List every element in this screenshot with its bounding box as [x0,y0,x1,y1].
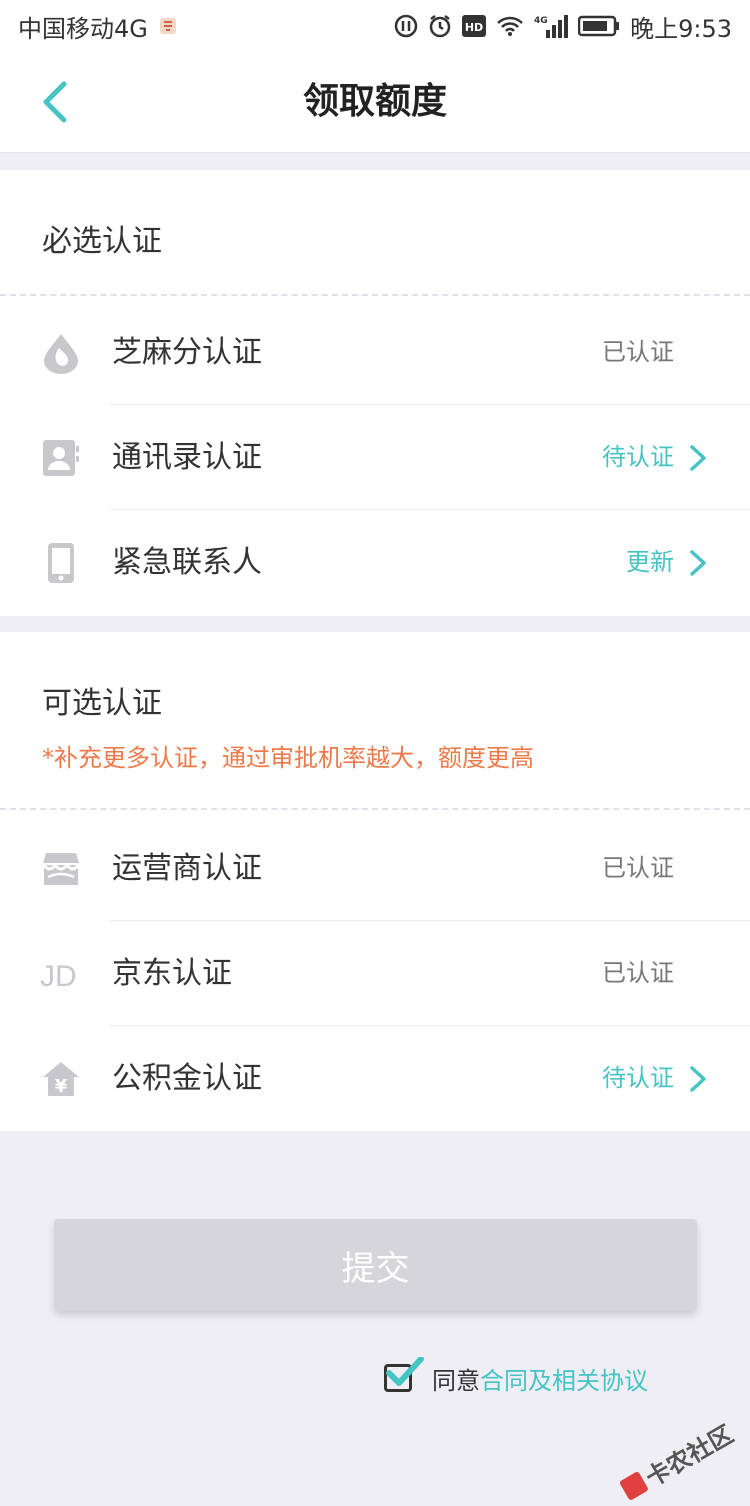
status-text: 已认证 [602,338,674,366]
submit-button[interactable]: 提交 [54,1219,697,1311]
housing-fund-icon: ¥ [40,1058,82,1100]
data-saver-icon [394,14,418,38]
status-right: HD 4G 晚上9:53 [394,9,732,44]
list-item-sesame[interactable]: 芝麻分认证 已认证 [0,300,750,405]
status-bar: 中国移动4G HD 4G 晚上9:53 [0,0,750,52]
list-item-label: 运营商认证 [112,851,262,886]
status-text: 已认证 [602,959,674,987]
svg-text:JD: JD [40,960,77,990]
status-text: 待认证 [602,443,674,471]
list-item-label: 京东认证 [112,956,232,991]
jd-logo-icon: JD [40,953,82,995]
wifi-icon [496,15,524,37]
sesame-drop-icon [40,332,82,374]
list-item-carrier[interactable]: 运营商认证 已认证 [0,816,750,921]
list-item-label: 芝麻分认证 [112,335,262,370]
list-item-contacts[interactable]: 通讯录认证 待认证 [0,405,750,510]
section-divider [0,808,750,810]
status-time: 晚上9:53 [630,14,732,43]
list-item-label: 公积金认证 [112,1061,262,1096]
status-text: 已认证 [602,854,674,882]
checkmark-icon [386,1357,424,1386]
mobile-phone-icon [40,542,82,584]
notification-icon [158,16,178,36]
agreement-checkbox[interactable] [384,1357,424,1392]
optional-section-hint: *补充更多认证，通过审批机率越大，额度更高 [42,744,534,772]
agreement-row: 同意 合同及相关协议 [384,1357,648,1396]
carrier-name: 中国移动4G [18,14,148,43]
hd-icon: HD [462,15,487,37]
chevron-right-icon [690,445,706,471]
alarm-icon [428,14,452,38]
agreement-link[interactable]: 合同及相关协议 [480,1361,648,1396]
4g-signal-icon: 4G [534,14,569,38]
list-item-label: 紧急联系人 [112,545,262,580]
optional-section: 可选认证 *补充更多认证，通过审批机率越大，额度更高 运营商认证 已认证 JD … [0,632,750,1131]
watermark: 卡农社区 [615,1415,738,1506]
status-left: 中国移动4G [18,9,178,44]
section-divider [0,294,750,296]
required-section-title: 必选认证 [42,224,162,259]
svg-text:¥: ¥ [55,1076,68,1097]
list-item-jd[interactable]: JD 京东认证 已认证 [0,921,750,1026]
required-section: 必选认证 芝麻分认证 已认证 通讯录认证 待认证 紧急联系人 更新 [0,170,750,616]
battery-icon [578,15,620,37]
nav-bar: 领取额度 [0,52,750,153]
list-item-emergency-contact[interactable]: 紧急联系人 更新 [0,510,750,615]
chevron-right-icon [690,550,706,576]
contacts-book-icon [40,437,82,479]
watermark-text: 卡农社区 [640,1420,739,1493]
status-text: 更新 [626,548,674,576]
list-item-label: 通讯录认证 [112,440,262,475]
carrier-store-icon [40,848,82,890]
svg-text:4G: 4G [534,16,548,26]
chevron-right-icon [690,1066,706,1092]
svg-text:HD: HD [465,21,483,34]
page-title: 领取额度 [302,81,447,122]
status-text: 待认证 [602,1064,674,1092]
list-item-housing-fund[interactable]: ¥ 公积金认证 待认证 [0,1026,750,1131]
optional-section-title: 可选认证 [42,686,162,721]
agreement-prefix: 同意 [432,1366,480,1395]
